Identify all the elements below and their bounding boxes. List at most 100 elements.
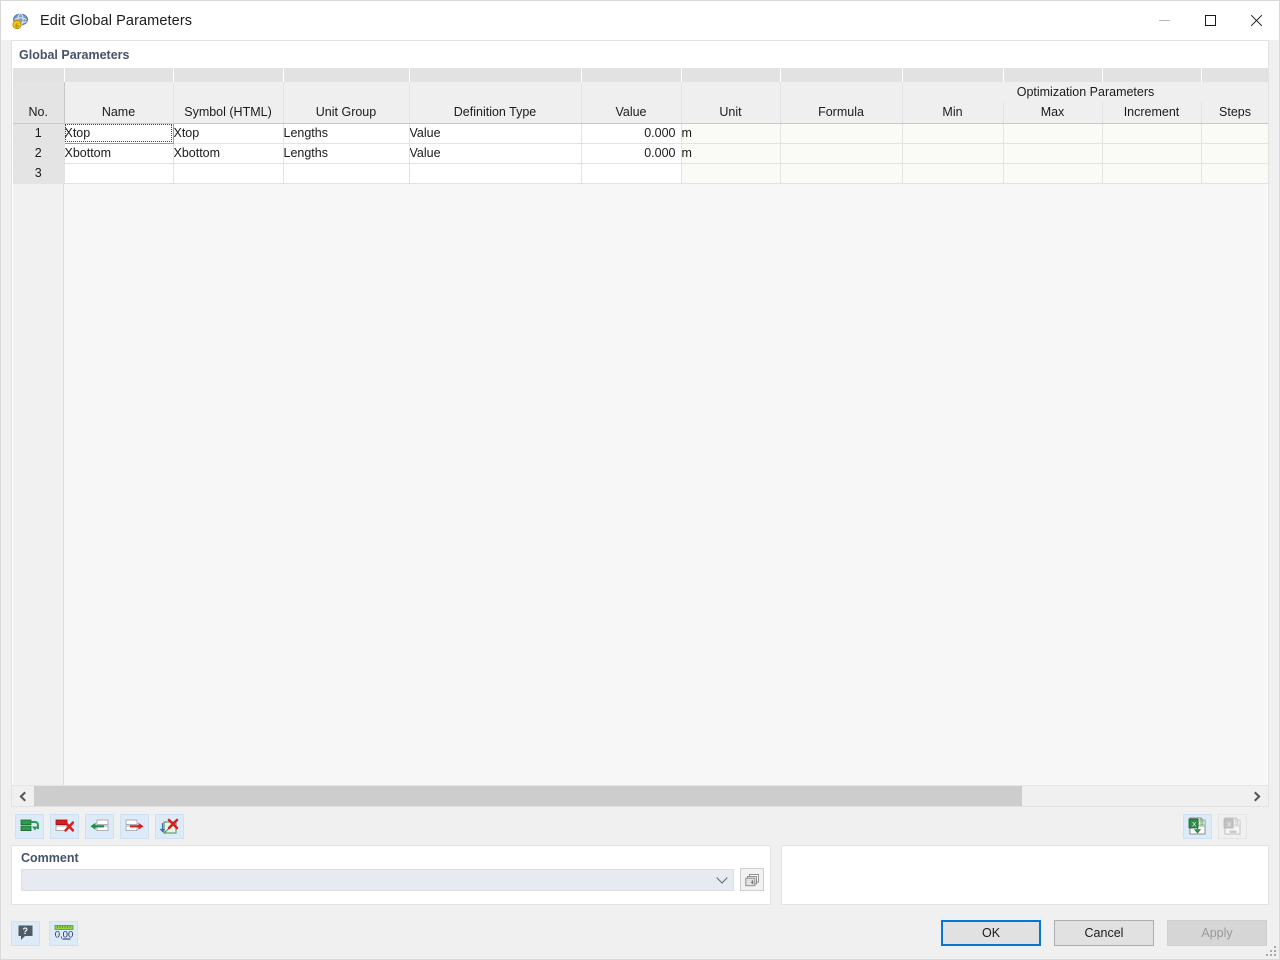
group-header-blank <box>581 82 681 102</box>
column-header-name[interactable]: Name <box>64 102 173 123</box>
column-header-steps[interactable]: Steps <box>1201 102 1268 123</box>
column-resize-strip[interactable] <box>780 68 902 82</box>
close-button[interactable] <box>1233 1 1279 40</box>
column-header-unit_group[interactable]: Unit Group <box>283 102 409 123</box>
comment-library-button[interactable] <box>740 868 764 891</box>
delete-all-button[interactable] <box>155 814 184 839</box>
column-resize-strip[interactable] <box>409 68 581 82</box>
scroll-right-button[interactable] <box>1246 786 1268 806</box>
cell-formula[interactable] <box>780 163 902 183</box>
cell-symbol[interactable] <box>173 163 283 183</box>
column-header-symbol[interactable]: Symbol (HTML) <box>173 102 283 123</box>
cell-formula[interactable] <box>780 123 902 143</box>
cell-value[interactable] <box>581 163 681 183</box>
column-header-formula[interactable]: Formula <box>780 102 902 123</box>
cell-value[interactable]: 0.000 <box>581 143 681 163</box>
table-toolbar: X X <box>11 807 1269 845</box>
cell-steps[interactable] <box>1201 123 1268 143</box>
cell-unit_group[interactable]: Lengths <box>283 123 409 143</box>
cell-symbol[interactable]: Xbottom <box>173 143 283 163</box>
scrollbar-track[interactable] <box>34 786 1246 806</box>
apply-button[interactable]: Apply <box>1167 920 1267 946</box>
cell-name[interactable]: Xtop <box>64 123 173 143</box>
table-row[interactable]: 2XbottomXbottomLengthsValue0.000m <box>13 143 1268 163</box>
cell-def_type[interactable]: Value <box>409 123 581 143</box>
table-row[interactable]: 3 <box>13 163 1268 183</box>
minimize-icon <box>1159 20 1170 21</box>
column-header-increment[interactable]: Increment <box>1102 102 1201 123</box>
column-header-max[interactable]: Max <box>1003 102 1102 123</box>
help-button[interactable]: ? <box>11 921 40 946</box>
move-left-button[interactable] <box>85 814 114 839</box>
scrollbar-thumb[interactable] <box>34 786 1022 806</box>
row-number[interactable]: 2 <box>13 143 64 163</box>
scroll-left-button[interactable] <box>12 786 34 806</box>
new-row-button[interactable] <box>15 814 44 839</box>
cell-unit[interactable]: m <box>681 123 780 143</box>
comment-panel: Comment <box>11 845 771 905</box>
column-resize-strip[interactable] <box>1003 68 1102 82</box>
column-header-def_type[interactable]: Definition Type <box>409 102 581 123</box>
maximize-button[interactable] <box>1187 1 1233 40</box>
column-resize-strip[interactable] <box>1201 68 1268 82</box>
column-resize-strip[interactable] <box>283 68 409 82</box>
column-resize-strip[interactable] <box>1102 68 1201 82</box>
cell-unit[interactable]: m <box>681 143 780 163</box>
cell-def_type[interactable] <box>409 163 581 183</box>
group-header-blank <box>173 82 283 102</box>
ok-button[interactable]: OK <box>941 920 1041 946</box>
column-resize-strip[interactable] <box>13 68 64 82</box>
bottom-section: Comment <box>11 845 1269 907</box>
move-right-button[interactable] <box>120 814 149 839</box>
cell-increment[interactable] <box>1102 123 1201 143</box>
column-resize-strip[interactable] <box>581 68 681 82</box>
column-header-no[interactable]: No. <box>13 102 64 123</box>
column-resize-strip[interactable] <box>173 68 283 82</box>
table-horizontal-scrollbar[interactable] <box>12 785 1268 806</box>
comment-input[interactable] <box>21 869 734 891</box>
cell-max[interactable] <box>1003 143 1102 163</box>
cell-name[interactable]: Xbottom <box>64 143 173 163</box>
cell-symbol[interactable]: Xtop <box>173 123 283 143</box>
cell-unit_group[interactable]: Lengths <box>283 143 409 163</box>
cell-min[interactable] <box>902 163 1003 183</box>
cell-increment[interactable] <box>1102 143 1201 163</box>
excel-import-button[interactable]: X <box>1183 814 1212 839</box>
chevron-down-icon[interactable] <box>716 872 727 883</box>
table-group-header-row: Optimization Parameters <box>13 82 1268 102</box>
column-resize-strip[interactable] <box>64 68 173 82</box>
footer-left-group: ? 0,00 <box>11 921 78 946</box>
cell-name[interactable] <box>64 163 173 183</box>
column-header-min[interactable]: Min <box>902 102 1003 123</box>
window-title: Edit Global Parameters <box>40 13 192 29</box>
resize-grip[interactable] <box>1264 944 1276 956</box>
cell-min[interactable] <box>902 123 1003 143</box>
cell-steps[interactable] <box>1201 143 1268 163</box>
cell-formula[interactable] <box>780 143 902 163</box>
cancel-button[interactable]: Cancel <box>1054 920 1154 946</box>
cell-increment[interactable] <box>1102 163 1201 183</box>
table-gutter <box>13 184 64 786</box>
cell-value[interactable]: 0.000 <box>581 123 681 143</box>
row-number[interactable]: 1 <box>13 123 64 143</box>
column-resize-strip[interactable] <box>902 68 1003 82</box>
cell-max[interactable] <box>1003 163 1102 183</box>
edit-global-parameters-window: 6 Edit Global Parameters Global Paramete… <box>0 0 1280 960</box>
table-row[interactable]: 1XtopXtopLengthsValue0.000m <box>13 123 1268 143</box>
cell-max[interactable] <box>1003 123 1102 143</box>
column-header-value[interactable]: Value <box>581 102 681 123</box>
table-blank-region <box>64 184 1267 786</box>
cell-def_type[interactable]: Value <box>409 143 581 163</box>
cell-unit_group[interactable] <box>283 163 409 183</box>
units-button[interactable]: 0,00 <box>49 921 78 946</box>
minimize-button[interactable] <box>1141 1 1187 40</box>
excel-export-button[interactable]: X <box>1218 814 1247 839</box>
cell-unit[interactable] <box>681 163 780 183</box>
cell-steps[interactable] <box>1201 163 1268 183</box>
column-header-unit[interactable]: Unit <box>681 102 780 123</box>
cell-min[interactable] <box>902 143 1003 163</box>
delete-row-button[interactable] <box>50 814 79 839</box>
column-resize-strip[interactable] <box>681 68 780 82</box>
global-parameters-panel: Global Parameters Optimization Parameter… <box>11 40 1269 807</box>
row-number[interactable]: 3 <box>13 163 64 183</box>
